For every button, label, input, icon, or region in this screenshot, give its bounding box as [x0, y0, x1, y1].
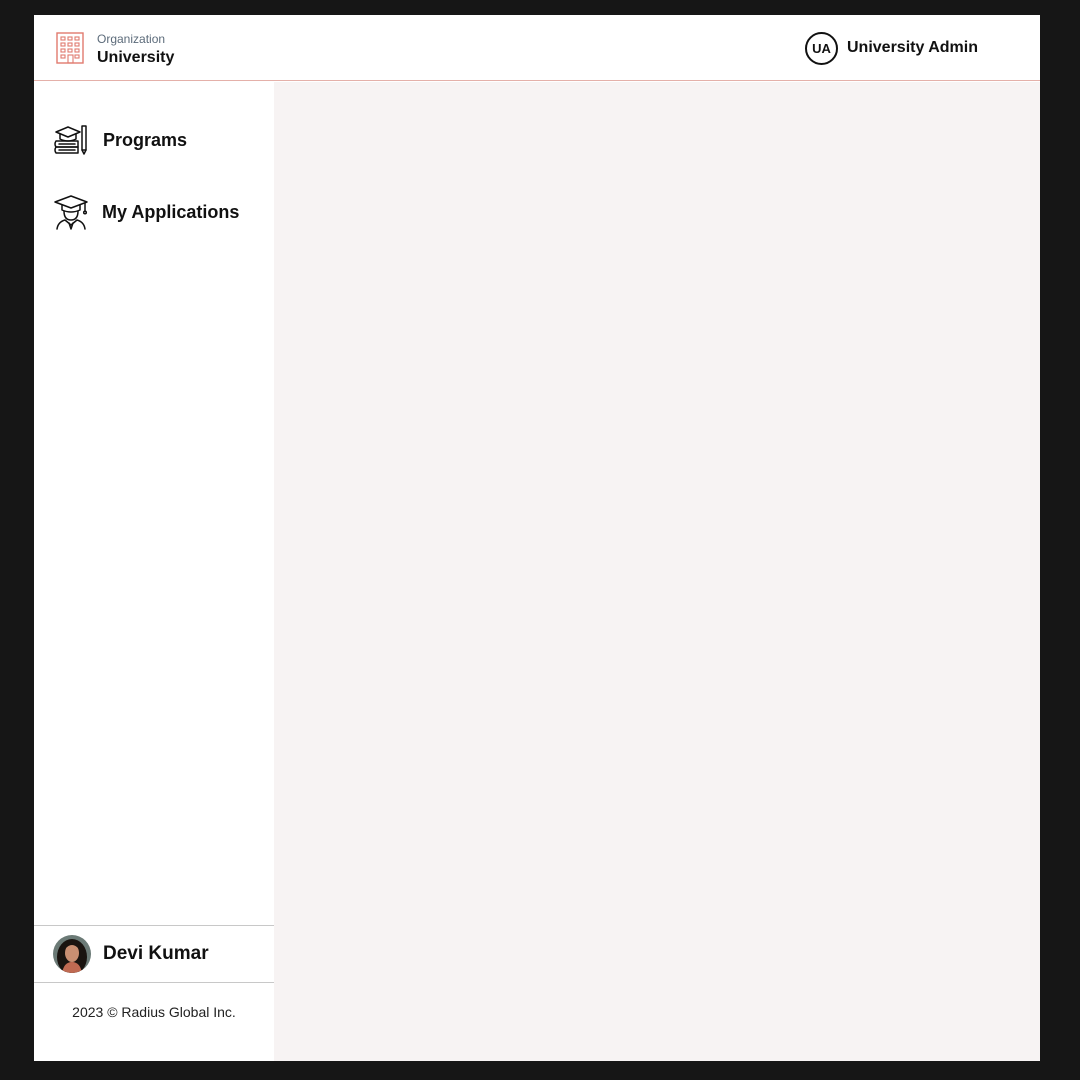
user-name: Devi Kumar [103, 943, 209, 964]
organization-block: Organization University [97, 32, 174, 68]
sidebar-item-label: Programs [103, 129, 188, 150]
avatar [53, 935, 91, 973]
app-window: Organization University UA University Ad… [34, 15, 1040, 1061]
top-header: Organization University UA University Ad… [34, 15, 1040, 81]
organization-name: University [97, 49, 175, 66]
graduate-icon [54, 195, 88, 230]
organization-caption: Organization [97, 32, 166, 46]
admin-account-button[interactable]: UA University Admin [805, 31, 978, 65]
copyright-text: 2023 © Radius Global Inc. [72, 1004, 236, 1020]
building-icon [56, 32, 84, 64]
sidebar-item-programs[interactable]: Programs [53, 122, 187, 158]
main-content-area [274, 82, 1040, 1061]
sidebar: Programs My Applications Devi Kumar 2023… [34, 82, 274, 1061]
admin-avatar: UA [805, 31, 838, 65]
sidebar-item-label: My Applications [102, 201, 240, 222]
current-user[interactable]: Devi Kumar [34, 925, 274, 983]
admin-name: University Admin [847, 39, 978, 56]
books-icon [54, 125, 87, 155]
sidebar-item-my-applications[interactable]: My Applications [53, 194, 239, 230]
